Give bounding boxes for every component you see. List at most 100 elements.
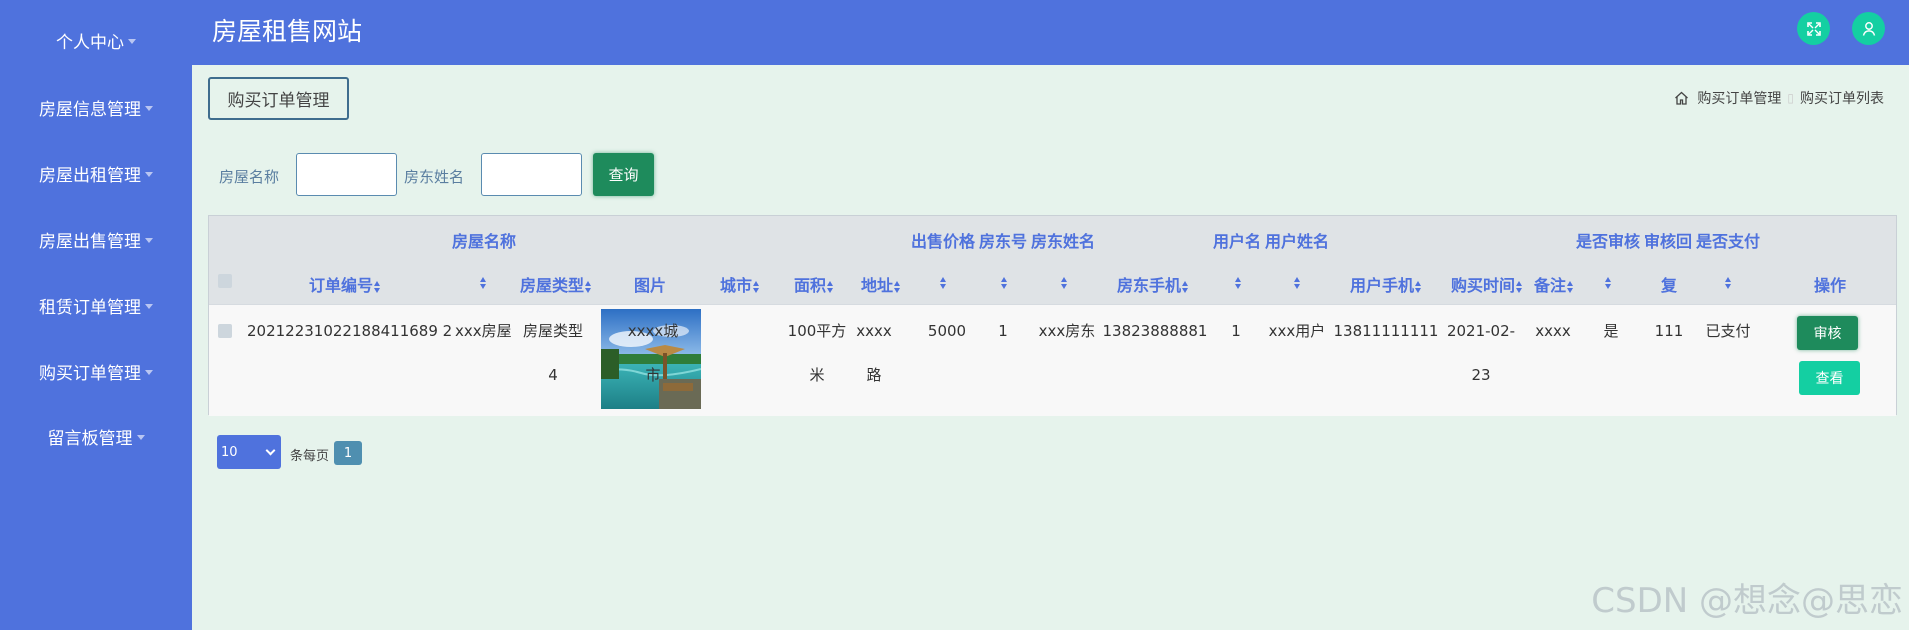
sort-icon[interactable] — [827, 280, 834, 293]
col-order-no-label: 订单编号 — [309, 276, 374, 295]
col-actions: 操作 — [1814, 276, 1847, 295]
col-review-reply[interactable]: 审核回 — [1644, 228, 1692, 252]
sort-icon[interactable] — [1415, 280, 1422, 293]
caret-down-icon — [145, 303, 153, 309]
sort-icon[interactable] — [1294, 276, 1302, 289]
cell-city-line2: 市 — [645, 366, 661, 384]
col-house-type[interactable]: 房屋类型 — [520, 272, 592, 296]
home-icon[interactable] — [1674, 91, 1689, 105]
col-is-paid[interactable]: 是否支付 — [1696, 228, 1760, 252]
sort-icon[interactable] — [1235, 276, 1243, 289]
col-user-realname[interactable]: 用户姓名 — [1265, 228, 1329, 252]
sidebar-item-house-sale[interactable]: 房屋出售管理 — [0, 214, 192, 264]
breadcrumb-item-purchase-list: 购买订单列表 — [1800, 91, 1884, 107]
orders-table: 房屋名称 出售价格 房东号 房东姓名 用户名 用户姓名 是否审核 审核回 是否支… — [208, 215, 1897, 416]
user-menu-button[interactable] — [1852, 12, 1885, 45]
col-landlord-phone[interactable]: 房东手机 — [1117, 272, 1189, 296]
sort-icon[interactable] — [1001, 276, 1009, 289]
sidebar-item-purchase-orders[interactable]: 购买订单管理 — [0, 346, 192, 396]
col-username[interactable]: 用户名 — [1213, 228, 1261, 252]
col-address-label: 地址 — [861, 276, 894, 295]
col-landlord-phone-label: 房东手机 — [1117, 276, 1182, 295]
col-house-name-sort[interactable] — [479, 272, 488, 291]
col-user-realname-sort[interactable] — [1293, 272, 1302, 291]
sort-icon[interactable] — [1061, 276, 1069, 289]
site-title: 房屋租售网站 — [212, 17, 363, 46]
col-room-no-sort[interactable] — [1000, 272, 1009, 291]
fullscreen-button[interactable] — [1797, 12, 1830, 45]
review-button[interactable]: 审核 — [1797, 316, 1858, 350]
sort-icon[interactable] — [894, 280, 901, 293]
col-city[interactable]: 城市 — [720, 272, 760, 296]
house-name-input[interactable] — [296, 153, 397, 196]
caret-down-icon — [128, 38, 136, 44]
select-all-checkbox[interactable] — [218, 274, 232, 288]
sidebar-item-house-rent[interactable]: 房屋出租管理 — [0, 148, 192, 198]
sort-icon[interactable] — [480, 276, 488, 289]
col-remark-label: 备注 — [1534, 276, 1567, 295]
cell-area-line1: 100平方 — [787, 322, 847, 340]
sort-icon[interactable] — [1182, 280, 1189, 293]
cell-review-reply: 111 — [1654, 322, 1684, 340]
sort-icon[interactable] — [1516, 280, 1523, 293]
cell-landlord-name: xxx房东 — [1038, 322, 1096, 340]
breadcrumb: 购买订单管理 ▯ 购买订单列表 — [1674, 88, 1884, 108]
col-user-phone[interactable]: 用户手机 — [1350, 272, 1422, 296]
col-room-no[interactable]: 房东号 — [979, 228, 1027, 252]
cell-is-paid: 已支付 — [1705, 322, 1751, 340]
col-sale-price[interactable]: 出售价格 — [911, 228, 975, 252]
top-header: 房屋租售网站 — [192, 0, 1909, 65]
breadcrumb-item-purchase-orders[interactable]: 购买订单管理 — [1697, 88, 1781, 108]
page-number-1[interactable]: 1 — [334, 441, 362, 465]
col-area[interactable]: 面积 — [794, 272, 834, 296]
col-landlord-name[interactable]: 房东姓名 — [1031, 228, 1095, 252]
per-page-label: 条每页 — [290, 449, 330, 464]
col-is-review-sort[interactable] — [1604, 272, 1613, 291]
sort-icon[interactable] — [374, 280, 381, 293]
col-order-no[interactable]: 订单编号 — [309, 272, 381, 296]
sidebar-item-house-info[interactable]: 房屋信息管理 — [0, 82, 192, 132]
col-house-name[interactable]: 房屋名称 — [452, 228, 516, 252]
breadcrumb-separator: ▯ — [1787, 91, 1794, 105]
row-checkbox[interactable] — [218, 324, 232, 338]
house-name-label: 房屋名称 — [219, 168, 280, 186]
cell-purchase-time: 2021-02- 23 — [1443, 309, 1519, 397]
page-size-value: 10 — [221, 444, 238, 460]
sidebar-item-label: 个人中心 — [56, 32, 124, 53]
cell-user-phone: 13811111111 — [1333, 322, 1439, 340]
col-address[interactable]: 地址 — [861, 272, 901, 296]
cell-landlord-phone: 13823888881 — [1102, 322, 1208, 340]
query-button[interactable]: 查询 — [593, 153, 654, 196]
sidebar-item-message-board[interactable]: 留言板管理 — [0, 411, 192, 461]
sidebar-item-label: 购买订单管理 — [39, 363, 141, 384]
sort-icon[interactable] — [753, 280, 760, 293]
sidebar-item-personal-center[interactable]: 个人中心 — [0, 15, 192, 65]
col-is-paid-sort[interactable] — [1724, 272, 1733, 291]
watermark: CSDN @想念@思恋 — [1591, 581, 1903, 621]
sort-icon[interactable] — [1725, 276, 1733, 289]
sort-icon[interactable] — [1567, 280, 1574, 293]
landlord-name-input[interactable] — [481, 153, 582, 196]
view-button[interactable]: 查看 — [1799, 361, 1860, 395]
cell-house-type-line2: 4 — [548, 366, 558, 384]
col-landlord-name-sort[interactable] — [1060, 272, 1069, 291]
sort-icon[interactable] — [1605, 276, 1613, 289]
sidebar-item-rent-orders[interactable]: 租赁订单管理 — [0, 280, 192, 330]
cell-house-type: 房屋类型 4 — [513, 309, 593, 397]
page-title: 购买订单管理 — [208, 77, 349, 120]
cell-address-line1: xxxx — [856, 322, 892, 340]
cell-city: xxxx城 市 — [625, 309, 681, 397]
col-remark[interactable]: 备注 — [1534, 272, 1574, 296]
col-username-sort[interactable] — [1234, 272, 1243, 291]
col-is-review[interactable]: 是否审核 — [1576, 228, 1640, 252]
col-purchase-time[interactable]: 购买时间 — [1451, 272, 1523, 296]
cell-is-review: 是 — [1603, 322, 1619, 340]
sort-icon[interactable] — [940, 276, 948, 289]
caret-down-icon — [145, 171, 153, 177]
cell-house-name: xxx房屋 — [455, 322, 512, 340]
cell-user-realname: xxx用户 — [1268, 322, 1326, 340]
page-size-select[interactable]: 10 — [217, 435, 281, 469]
user-icon — [1862, 21, 1875, 36]
col-sale-price-sort[interactable] — [939, 272, 948, 291]
sort-icon[interactable] — [585, 280, 592, 293]
